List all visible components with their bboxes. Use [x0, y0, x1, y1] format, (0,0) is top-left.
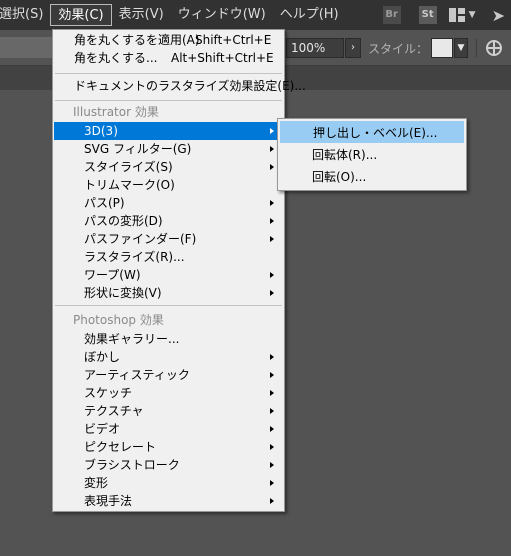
app-bar-right: Br St ▼ ➤: [377, 0, 511, 30]
menu-item-artistic[interactable]: アーティスティック: [54, 366, 283, 384]
submenu-arrow-icon: [270, 128, 274, 134]
menu-item-label: スタイライズ(S): [84, 160, 173, 174]
submenu-item-extrude-bevel[interactable]: 押し出し・ベベル(E)...: [280, 121, 464, 143]
menu-separator: [55, 100, 282, 101]
submenu-arrow-icon: [270, 354, 274, 360]
submenu-arrow-icon: [270, 372, 274, 378]
workspace-layout-icon[interactable]: [448, 8, 465, 22]
menu-item-3d[interactable]: 3D(3): [54, 122, 283, 140]
submenu-arrow-icon: [270, 426, 274, 432]
menu-item-sketch[interactable]: スケッチ: [54, 384, 283, 402]
menu-window[interactable]: ウィンドウ(W): [171, 4, 273, 26]
submenu-item-rotate[interactable]: 回転(O)...: [280, 166, 464, 188]
style-label: スタイル：: [368, 42, 429, 56]
chevron-down-icon[interactable]: ▼: [469, 10, 476, 20]
menu-item-label: 変形: [84, 476, 109, 490]
menu-item-shortcut: Alt+Shift+Ctrl+E: [171, 51, 274, 65]
divider: [476, 39, 477, 57]
menu-item-svg-filter[interactable]: SVG フィルター(G): [54, 140, 283, 158]
menu-item-label: ドキュメントのラスタライズ効果設定(E)...: [74, 79, 306, 93]
menu-view[interactable]: 表示(V): [112, 4, 171, 26]
menu-item-texture[interactable]: テクスチャ: [54, 402, 283, 420]
menu-item-label: 角を丸くする...: [74, 51, 158, 65]
control-field[interactable]: [0, 37, 55, 58]
zoom-field[interactable]: 100%: [286, 38, 344, 58]
menu-item-effect-gallery[interactable]: 効果ギャラリー...: [54, 330, 283, 348]
menu-item-path[interactable]: パス(P): [54, 194, 283, 212]
rocket-icon[interactable]: ➤: [492, 6, 505, 25]
menu-item-label: ワープ(W): [84, 268, 141, 282]
menu-item-distort-transform[interactable]: パスの変形(D): [54, 212, 283, 230]
menu-item-apply-round-corners[interactable]: 角を丸くするを適用(A) Shift+Ctrl+E: [54, 31, 283, 49]
menu-item-label: ぼかし: [84, 350, 121, 364]
submenu-arrow-icon: [270, 444, 274, 450]
submenu-arrow-icon: [270, 480, 274, 486]
bridge-icon[interactable]: Br: [382, 6, 401, 24]
photoshop-effects-header: Photoshop 効果: [73, 313, 164, 327]
menu-help[interactable]: ヘルプ(H): [273, 4, 346, 26]
menu-item-round-corners[interactable]: 角を丸くする... Alt+Shift+Ctrl+E: [54, 49, 283, 67]
menu-item-label: 効果ギャラリー...: [84, 332, 180, 346]
globe-icon[interactable]: [486, 40, 502, 56]
menu-item-convert-to-shape[interactable]: 形状に変換(V): [54, 284, 283, 302]
menu-separator: [55, 73, 282, 74]
menu-item-trim-marks[interactable]: トリムマーク(O): [54, 176, 283, 194]
menu-effect[interactable]: 効果(C): [50, 4, 112, 26]
menu-item-label: アーティスティック: [84, 368, 190, 382]
menu-item-label: ラスタライズ(R)...: [84, 250, 185, 264]
menu-item-label: 形状に変換(V): [84, 286, 162, 300]
submenu-arrow-icon: [270, 290, 274, 296]
menu-item-video[interactable]: ビデオ: [54, 420, 283, 438]
menu-item-distort[interactable]: 変形: [54, 474, 283, 492]
submenu-arrow-icon: [270, 390, 274, 396]
menu-item-label: テクスチャ: [84, 404, 144, 418]
menu-item-label: ピクセレート: [84, 440, 157, 454]
menu-item-label: 3D(3): [84, 124, 118, 138]
stock-icon[interactable]: St: [418, 6, 437, 24]
menu-item-shortcut: Shift+Ctrl+E: [195, 33, 272, 47]
submenu-arrow-icon: [270, 272, 274, 278]
style-dropdown-button[interactable]: ▼: [454, 38, 468, 58]
submenu-arrow-icon: [270, 408, 274, 414]
menu-item-blur[interactable]: ぼかし: [54, 348, 283, 366]
menu-item-label: 角を丸くするを適用(A): [74, 33, 200, 47]
zoom-arrow-button[interactable]: ›: [345, 38, 361, 58]
menu-item-label: 回転体(R)...: [312, 148, 378, 162]
menu-item-label: スケッチ: [84, 386, 133, 400]
menu-item-label: ビデオ: [84, 422, 121, 436]
submenu-arrow-icon: [270, 164, 274, 170]
menu-item-pathfinder[interactable]: パスファインダー(F): [54, 230, 283, 248]
submenu-3d: 押し出し・ベベル(E)... 回転体(R)... 回転(O)...: [277, 118, 467, 191]
illustrator-effects-header: Illustrator 効果: [73, 105, 159, 119]
submenu-arrow-icon: [270, 236, 274, 242]
menu-item-label: 表現手法: [84, 494, 133, 508]
menu-item-brush-strokes[interactable]: ブラシストローク: [54, 456, 283, 474]
effect-menu: 角を丸くするを適用(A) Shift+Ctrl+E 角を丸くする... Alt+…: [52, 29, 306, 512]
style-swatch[interactable]: [431, 38, 453, 58]
menu-item-label: パス(P): [84, 196, 125, 210]
submenu-arrow-icon: [270, 218, 274, 224]
menu-item-rasterize-settings[interactable]: ドキュメントのラスタライズ効果設定(E)...: [54, 77, 306, 95]
submenu-arrow-icon: [270, 200, 274, 206]
menu-item-rasterize[interactable]: ラスタライズ(R)...: [54, 248, 283, 266]
menu-item-stylize-ps[interactable]: 表現手法: [54, 492, 283, 510]
menu-item-label: ブラシストローク: [84, 458, 180, 472]
menu-item-label: 押し出し・ベベル(E)...: [313, 126, 438, 140]
menu-separator: [55, 305, 282, 306]
menu-item-pixelate[interactable]: ピクセレート: [54, 438, 283, 456]
menu-item-warp[interactable]: ワープ(W): [54, 266, 283, 284]
submenu-item-revolve[interactable]: 回転体(R)...: [280, 144, 464, 166]
menu-item-stylize[interactable]: スタイライズ(S): [54, 158, 283, 176]
submenu-arrow-icon: [270, 498, 274, 504]
menu-item-label: SVG フィルター(G): [84, 142, 192, 156]
submenu-arrow-icon: [270, 146, 274, 152]
menu-item-label: パスの変形(D): [84, 214, 163, 228]
menu-select[interactable]: 選択(S): [0, 4, 50, 26]
menu-item-label: トリムマーク(O): [84, 178, 175, 192]
menu-item-label: パスファインダー(F): [84, 232, 197, 246]
submenu-arrow-icon: [270, 462, 274, 468]
menu-item-label: 回転(O)...: [312, 170, 367, 184]
